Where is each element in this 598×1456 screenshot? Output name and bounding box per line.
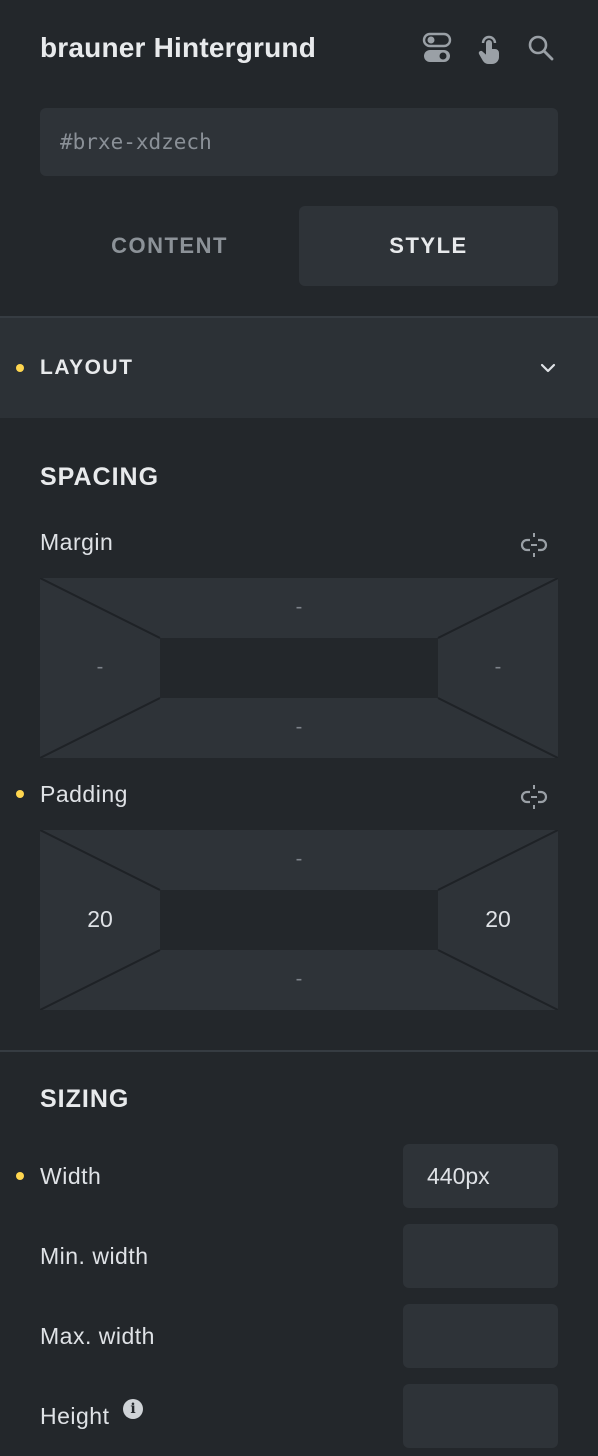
padding-right-input[interactable]: 20	[448, 906, 548, 933]
min-width-input[interactable]	[403, 1224, 558, 1288]
margin-label: Margin	[40, 529, 114, 555]
element-id-field[interactable]: #brxe-xdzech	[40, 108, 558, 176]
modified-indicator	[16, 364, 24, 372]
panel-header: brauner Hintergrund	[40, 28, 558, 68]
unlink-icon[interactable]	[520, 784, 548, 812]
padding-bottom-input[interactable]: -	[249, 968, 349, 991]
margin-right-input[interactable]: -	[448, 656, 548, 679]
layout-section-header[interactable]: LAYOUT	[0, 318, 598, 418]
modified-indicator	[16, 1172, 24, 1180]
max-width-label: Max. width	[40, 1323, 155, 1349]
padding-box: - 20 20 -	[40, 830, 558, 1010]
height-label: Height	[40, 1403, 110, 1429]
panel-tabs: CONTENT STYLE	[40, 206, 558, 286]
width-label: Width	[40, 1163, 102, 1189]
padding-top-input[interactable]: -	[249, 848, 349, 871]
tab-style[interactable]: STYLE	[299, 206, 558, 286]
touch-pointer-icon[interactable]	[472, 31, 506, 65]
margin-bottom-input[interactable]: -	[249, 716, 349, 739]
element-title: brauner Hintergrund	[40, 32, 317, 63]
margin-box: - - - -	[40, 578, 558, 758]
modified-indicator	[16, 790, 24, 798]
height-input[interactable]	[403, 1384, 558, 1448]
width-input[interactable]: 440px	[403, 1144, 558, 1208]
spacing-heading: SPACING	[40, 463, 160, 491]
padding-label: Padding	[40, 781, 128, 807]
max-width-input[interactable]	[403, 1304, 558, 1368]
divider	[0, 1050, 598, 1052]
chevron-down-icon	[540, 363, 556, 373]
search-icon[interactable]	[524, 31, 558, 65]
margin-top-input[interactable]: -	[249, 596, 349, 619]
min-width-label: Min. width	[40, 1243, 149, 1269]
unlink-icon[interactable]	[520, 532, 548, 560]
section-title: LAYOUT	[40, 356, 134, 379]
info-icon[interactable]: i	[123, 1399, 143, 1419]
sizing-heading: SIZING	[40, 1085, 130, 1113]
toggle-icon[interactable]	[420, 31, 454, 65]
header-actions	[420, 31, 558, 65]
tab-content[interactable]: CONTENT	[40, 206, 299, 286]
padding-left-input[interactable]: 20	[50, 906, 150, 933]
margin-left-input[interactable]: -	[50, 656, 150, 679]
